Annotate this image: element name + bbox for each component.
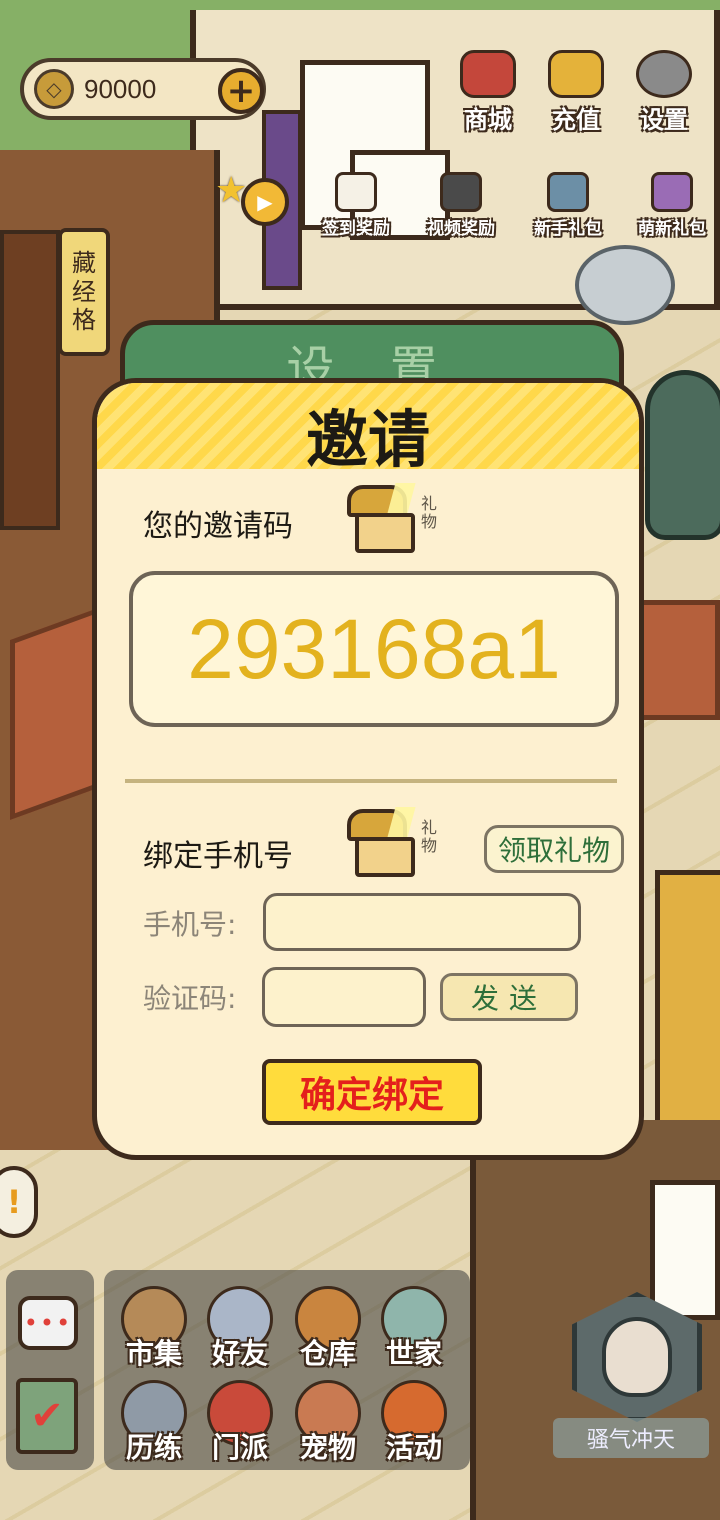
- event-label: 活动: [385, 1431, 442, 1464]
- family-label: 世家: [385, 1337, 442, 1370]
- task-check-icon[interactable]: ✔: [16, 1378, 78, 1454]
- sign-char: 藏: [72, 248, 96, 277]
- verify-code-input[interactable]: [262, 967, 426, 1027]
- shop-bag-icon: [460, 50, 516, 98]
- receive-gift-button[interactable]: 领取礼物: [484, 825, 624, 873]
- avatar-face: [602, 1317, 672, 1397]
- sign-char: 格: [72, 306, 96, 335]
- bind-phone-label: 绑定手机号: [143, 839, 293, 874]
- play-icon: ▶: [241, 178, 289, 226]
- friends-button[interactable]: 好友: [198, 1286, 282, 1378]
- sect-button[interactable]: 门派: [198, 1380, 282, 1472]
- invite-title: 邀请: [305, 403, 430, 476]
- alert-icon[interactable]: !: [0, 1166, 38, 1238]
- cute-pack-button[interactable]: 萌新礼包: [626, 172, 718, 239]
- newbie-pack-label: 新手礼包: [534, 219, 602, 239]
- chat-icon[interactable]: •••: [18, 1296, 78, 1350]
- video-reward-button[interactable]: 视频奖励: [415, 172, 507, 239]
- event-button[interactable]: 活动: [372, 1380, 456, 1472]
- warehouse-label: 仓库: [299, 1337, 356, 1370]
- chest-icon: [547, 172, 589, 212]
- sect-label: 门派: [211, 1431, 268, 1464]
- add-coins-button[interactable]: +: [218, 68, 264, 114]
- market-button[interactable]: 市集: [112, 1286, 196, 1378]
- coin-bar: ◇ 90000 +: [20, 58, 266, 120]
- pet-button[interactable]: 宠物: [286, 1380, 370, 1472]
- gift-tag: 礼物: [421, 818, 438, 855]
- sign-char: 经: [72, 277, 96, 306]
- window: [650, 1180, 720, 1320]
- gift-tag: 礼物: [421, 494, 438, 531]
- invite-code: 293168a1: [187, 601, 561, 696]
- training-button[interactable]: 历练: [112, 1380, 196, 1472]
- garden-stone: [575, 245, 675, 325]
- coin-icon: ◇: [34, 69, 74, 109]
- video-reward-label: 视频奖励: [427, 219, 495, 239]
- newbie-pack-button[interactable]: 新手礼包: [522, 172, 614, 239]
- calendar-icon: [335, 172, 377, 212]
- invite-code-box: 293168a1: [129, 571, 619, 727]
- checkin-reward-label: 签到奖励: [322, 219, 390, 239]
- bookshelf: [0, 230, 60, 530]
- phone-label: 手机号:: [143, 908, 237, 941]
- warehouse-button[interactable]: 仓库: [286, 1286, 370, 1378]
- character-gift-icon: [651, 172, 693, 212]
- video-play-button[interactable]: ★ ▶: [215, 170, 295, 230]
- verify-code-label: 验证码:: [143, 982, 237, 1015]
- clapperboard-icon: [440, 172, 482, 212]
- pet-label: 宠物: [299, 1431, 356, 1464]
- gift-chest-icon: 礼物: [341, 807, 437, 883]
- gear-icon: [636, 50, 692, 98]
- phone-input[interactable]: [263, 893, 581, 951]
- gift-chest-icon: 礼物: [341, 483, 437, 559]
- painting: [655, 870, 720, 1130]
- friends-label: 好友: [211, 1337, 268, 1370]
- training-label: 历练: [125, 1431, 182, 1464]
- market-label: 市集: [125, 1337, 182, 1370]
- shop-button[interactable]: 商城: [452, 50, 524, 142]
- recharge-label: 充值: [552, 106, 600, 134]
- cute-pack-label: 萌新礼包: [638, 219, 706, 239]
- my-invite-code-label: 您的邀请码: [143, 509, 293, 544]
- shop-label: 商城: [464, 106, 512, 134]
- gold-ingot-icon: [548, 50, 604, 98]
- library-sign[interactable]: 藏 经 格: [58, 228, 110, 356]
- settings-label: 设置: [640, 106, 688, 134]
- checkin-reward-button[interactable]: 签到奖励: [310, 172, 402, 239]
- settings-button[interactable]: 设置: [628, 50, 700, 142]
- invite-dialog: 邀请 您的邀请码 礼物 293168a1 绑定手机号 礼物 领取礼物 手机号: …: [92, 378, 644, 1160]
- vase: [645, 370, 720, 540]
- player-title: 骚气冲天: [553, 1418, 709, 1458]
- section-divider: [125, 779, 617, 783]
- recharge-button[interactable]: 充值: [540, 50, 612, 142]
- confirm-bind-button[interactable]: 确定绑定: [262, 1059, 482, 1125]
- family-button[interactable]: 世家: [372, 1286, 456, 1378]
- coin-value: 90000: [84, 73, 157, 104]
- send-code-button[interactable]: 发送: [440, 973, 578, 1021]
